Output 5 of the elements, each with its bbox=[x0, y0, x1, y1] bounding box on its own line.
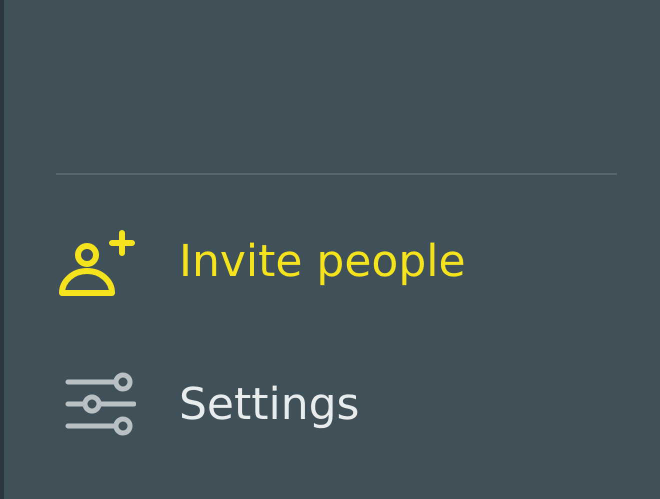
menu-item-label: Settings bbox=[179, 378, 360, 432]
menu-item-label: Invite people bbox=[179, 235, 466, 289]
menu-item[interactable]: Invite people bbox=[4, 217, 660, 307]
menu-item[interactable]: Settings bbox=[4, 360, 660, 450]
add-person-icon bbox=[56, 227, 136, 297]
